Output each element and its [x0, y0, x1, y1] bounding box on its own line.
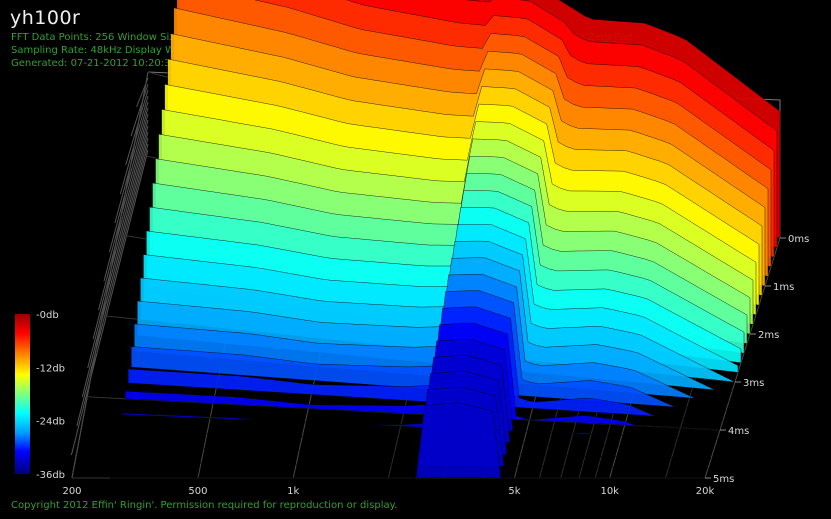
time-tick-label: 0ms [788, 234, 809, 245]
time-tick-label: 2ms [758, 330, 779, 341]
colorbar-label: -36db [36, 470, 65, 481]
copyright-footer: Copyright 2012 Effin' Ringin'. Permissio… [11, 500, 398, 511]
waterfall-surface [110, 0, 781, 479]
time-tick-label: 4ms [728, 426, 749, 437]
time-tick-label: 3ms [743, 378, 764, 389]
colorbar-label: -24db [36, 417, 65, 428]
x-tick-label: 10k [600, 486, 619, 497]
colorbar-label: -12db [36, 363, 65, 374]
x-tick-label: 500 [188, 486, 207, 497]
colorbar [15, 314, 30, 474]
csd-waterfall-plot: 200 500 1k 5k 10k 20k 0ms 1ms 2ms 3ms 4ms 5ms -0db -… [15, 0, 809, 497]
time-tick-label: 1ms [773, 282, 794, 293]
x-tick-label: 200 [62, 486, 81, 497]
colorbar-label: -0db [36, 310, 59, 321]
x-tick-label: 1k [287, 486, 299, 497]
x-tick-label: 20k [696, 486, 715, 497]
time-tick-label: 5ms [713, 474, 734, 485]
x-tick-label: 5k [508, 486, 520, 497]
